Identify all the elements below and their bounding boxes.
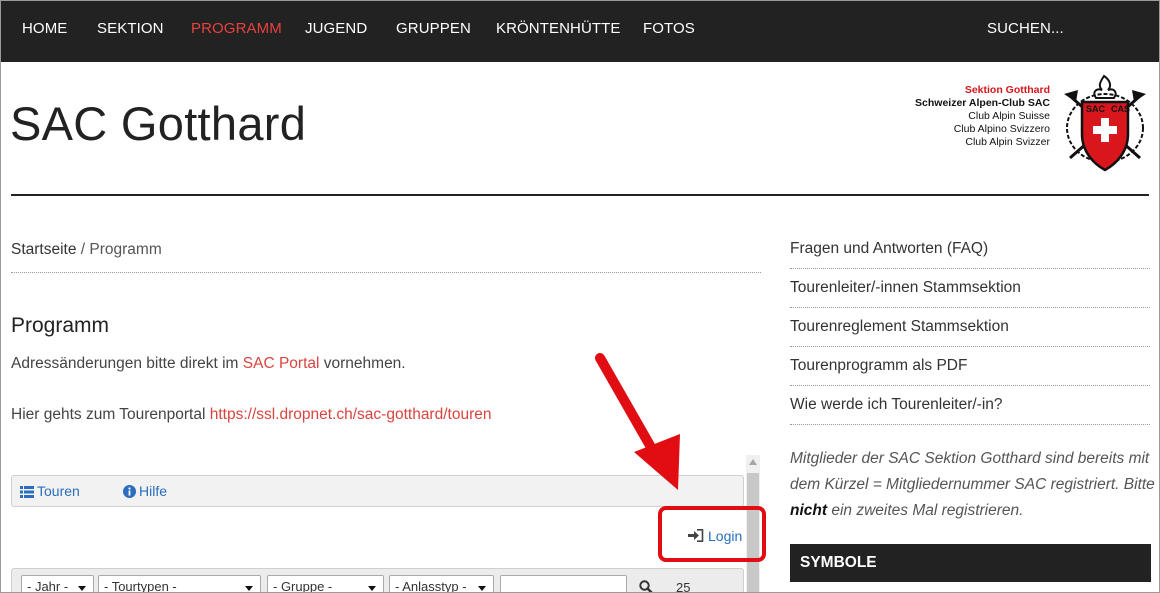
group-select[interactable]: - Gruppe -: [267, 575, 384, 593]
logo-text[interactable]: Sektion Gotthard Schweizer Alpen-Club SA…: [915, 84, 1050, 149]
nav-fotos[interactable]: FOTOS: [643, 20, 695, 37]
nav-gruppen[interactable]: GRUPPEN: [396, 20, 471, 37]
breadcrumb-separator: /: [76, 241, 90, 258]
note-text-end: ein zweites Mal registrieren.: [827, 502, 1024, 519]
group-select-value: - Gruppe -: [273, 579, 333, 593]
search-text-input[interactable]: [500, 575, 627, 593]
page-title: Programm: [11, 314, 110, 337]
tour-type-select-value: - Tourtypen -: [104, 579, 177, 593]
tab-touren[interactable]: Touren: [20, 483, 80, 499]
logo-club-de: Schweizer Alpen-Club SAC: [915, 97, 1050, 109]
sidebar-item-tourenleiter[interactable]: Tourenleiter/-innen Stammsektion: [790, 269, 1150, 308]
sidebar-item-tourenreglement[interactable]: Tourenreglement Stammsektion: [790, 308, 1150, 347]
logo-club-fr: Club Alpin Suisse: [968, 110, 1050, 122]
chevron-down-icon: [478, 586, 486, 591]
address-notice-text: Adressänderungen bitte direkt im: [11, 355, 243, 372]
logo-club-it: Club Alpino Svizzero: [953, 123, 1050, 135]
year-select[interactable]: - Jahr -: [21, 575, 94, 593]
tour-filter-bar: - Jahr - - Tourtypen - - Gruppe - - Anla…: [11, 568, 744, 593]
tour-type-select[interactable]: - Tourtypen -: [98, 575, 261, 593]
emblem-text: SAC: [1086, 104, 1106, 114]
chevron-down-icon: [368, 586, 376, 591]
symbole-section-header: SYMBOLE: [790, 544, 1151, 582]
event-type-select[interactable]: - Anlasstyp -: [389, 575, 494, 593]
site-title[interactable]: SAC Gotthard: [10, 96, 306, 151]
sidebar-links: Fragen und Antworten (FAQ) Tourenleiter/…: [790, 230, 1150, 425]
sac-emblem-icon[interactable]: SAC CAS: [1060, 72, 1150, 174]
list-icon: [20, 486, 34, 498]
chevron-down-icon: [78, 586, 86, 591]
address-notice: Adressänderungen bitte direkt im SAC Por…: [11, 355, 406, 373]
nav-kroentenhuette[interactable]: KRÖNTENHÜTTE: [496, 20, 621, 37]
nav-home[interactable]: HOME: [22, 20, 67, 37]
sidebar-item-become-leader[interactable]: Wie werde ich Tourenleiter/-in?: [790, 386, 1150, 425]
red-arrow-annotation-icon: [595, 353, 680, 490]
tour-portal-notice: Hier gehts zum Tourenportal https://ssl.…: [11, 406, 491, 424]
sidebar-registration-note: Mitglieder der SAC Sektion Gotthard sind…: [790, 446, 1158, 524]
sidebar-item-faq[interactable]: Fragen und Antworten (FAQ): [790, 230, 1150, 269]
scroll-up-arrow-icon[interactable]: [749, 459, 757, 465]
search-icon[interactable]: [639, 580, 653, 593]
nav-sektion[interactable]: SEKTION: [97, 20, 164, 37]
login-highlight-box: [658, 506, 766, 562]
note-text: Mitglieder der SAC Sektion Gotthard sind…: [790, 450, 1155, 493]
chevron-down-icon: [245, 586, 253, 591]
header-divider: [11, 194, 1149, 196]
breadcrumb-current: Programm: [89, 241, 162, 258]
info-icon: [123, 485, 136, 498]
sidebar-item-tourenprogramm-pdf[interactable]: Tourenprogramm als PDF: [790, 347, 1150, 386]
top-navbar: HOME SEKTION PROGRAMM JUGEND GRUPPEN KRÖ…: [0, 0, 1160, 62]
breadcrumb: Startseite / Programm: [11, 241, 162, 259]
tab-hilfe[interactable]: Hilfe: [123, 483, 167, 499]
note-emphasis: nicht: [790, 502, 828, 519]
nav-search[interactable]: SUCHEN...: [987, 20, 1064, 37]
sac-portal-link[interactable]: SAC Portal: [243, 355, 320, 372]
nav-jugend[interactable]: JUGEND: [305, 20, 367, 37]
address-notice-text-end: vornehmen.: [319, 355, 406, 372]
nav-programm[interactable]: PROGRAMM: [191, 20, 282, 37]
tour-portal-link[interactable]: https://ssl.dropnet.ch/sac-gotthard/tour…: [210, 406, 492, 423]
tab-hilfe-label: Hilfe: [139, 483, 168, 499]
breadcrumb-home[interactable]: Startseite: [11, 241, 76, 258]
svg-text:CAS: CAS: [1111, 104, 1130, 114]
event-type-select-value: - Anlasstyp -: [395, 579, 467, 593]
results-per-page[interactable]: 25: [676, 580, 690, 593]
year-select-value: - Jahr -: [27, 579, 69, 593]
breadcrumb-divider: [11, 272, 761, 273]
logo-club-rm: Club Alpin Svizzer: [965, 136, 1050, 148]
tab-touren-label: Touren: [37, 483, 80, 499]
tour-portal-text: Hier gehts zum Tourenportal: [11, 406, 210, 423]
logo-section-name: Sektion Gotthard: [964, 84, 1050, 96]
